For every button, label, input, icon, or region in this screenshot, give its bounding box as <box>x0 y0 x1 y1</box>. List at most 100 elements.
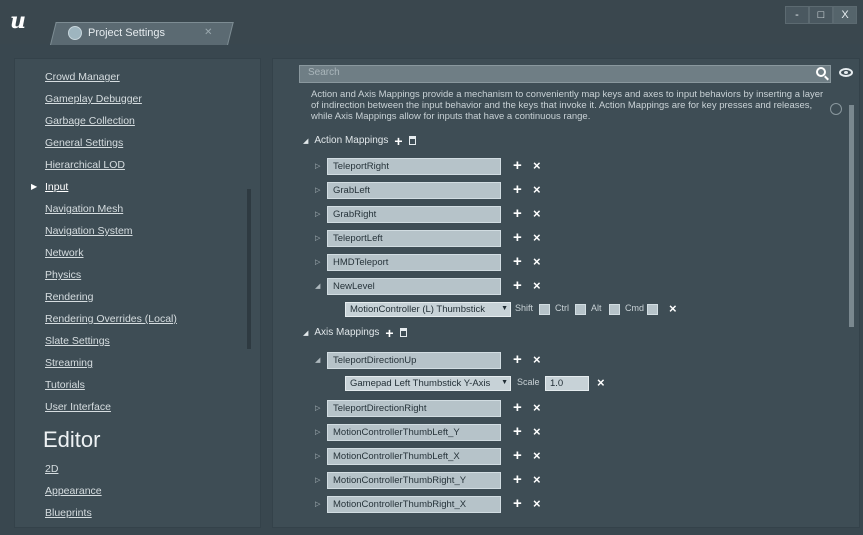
axis-name-field[interactable]: TeleportDirectionRight <box>327 400 501 417</box>
remove-mapping-icon[interactable]: × <box>533 230 541 245</box>
add-key-icon[interactable]: + <box>513 230 522 245</box>
clear-action-mappings-icon[interactable] <box>408 136 416 145</box>
add-key-icon[interactable]: + <box>513 182 522 197</box>
sidebar-item-physics[interactable]: Physics <box>45 269 81 281</box>
add-key-icon[interactable]: + <box>513 400 522 415</box>
sidebar-item-rendering-overrides[interactable]: Rendering Overrides (Local) <box>45 313 177 325</box>
remove-mapping-icon[interactable]: × <box>533 182 541 197</box>
sidebar-item-blueprints[interactable]: Blueprints <box>45 507 92 519</box>
key-selector[interactable]: MotionController (L) Thumbstick ▼ <box>345 302 511 317</box>
remove-mapping-icon[interactable]: × <box>533 254 541 269</box>
axis-name-field[interactable]: TeleportDirectionUp <box>327 352 501 369</box>
sidebar-item-navigation-system[interactable]: Navigation System <box>45 225 133 237</box>
maximize-button[interactable]: □ <box>809 6 833 24</box>
add-key-icon[interactable]: + <box>513 448 522 463</box>
expand-arrow-icon[interactable]: ▷ <box>315 428 320 436</box>
collapse-arrow-icon[interactable]: ◢ <box>315 356 320 364</box>
sidebar-item-tutorials[interactable]: Tutorials <box>45 379 85 391</box>
collapse-triangle-icon[interactable]: ◢ <box>303 137 308 145</box>
sidebar-item-rendering[interactable]: Rendering <box>45 291 93 303</box>
remove-mapping-icon[interactable]: × <box>533 472 541 487</box>
remove-mapping-icon[interactable]: × <box>533 424 541 439</box>
tab-project-settings[interactable]: Project Settings ✕ <box>50 22 234 45</box>
key-selector-value: Gamepad Left Thumbstick Y-Axis <box>350 378 491 389</box>
axis-name-field[interactable]: MotionControllerThumbLeft_X <box>327 448 501 465</box>
axis-name-field[interactable]: MotionControllerThumbRight_X <box>327 496 501 513</box>
axis-name-field[interactable]: MotionControllerThumbLeft_Y <box>327 424 501 441</box>
ctrl-checkbox[interactable] <box>575 304 586 315</box>
minimize-button[interactable]: - <box>785 6 809 24</box>
collapse-arrow-icon[interactable]: ◢ <box>315 282 320 290</box>
remove-mapping-icon[interactable]: × <box>533 496 541 511</box>
collapse-triangle-icon[interactable]: ◢ <box>303 329 308 337</box>
add-action-mapping-icon[interactable]: + <box>394 134 402 148</box>
expand-arrow-icon[interactable]: ▷ <box>315 234 320 242</box>
expand-arrow-icon[interactable]: ▷ <box>315 186 320 194</box>
remove-mapping-icon[interactable]: × <box>533 400 541 415</box>
expand-arrow-icon[interactable]: ▷ <box>315 210 320 218</box>
expand-arrow-icon[interactable]: ▷ <box>315 404 320 412</box>
add-key-icon[interactable]: + <box>513 424 522 439</box>
search-input[interactable]: Search <box>299 65 831 83</box>
axis-name-field[interactable]: MotionControllerThumbRight_Y <box>327 472 501 489</box>
add-key-icon[interactable]: + <box>513 496 522 511</box>
editor-section-heading: Editor <box>43 427 101 452</box>
remove-mapping-icon[interactable]: × <box>533 448 541 463</box>
shift-checkbox[interactable] <box>539 304 550 315</box>
action-name-field[interactable]: GrabRight <box>327 206 501 223</box>
expand-arrow-icon[interactable]: ▷ <box>315 162 320 170</box>
sidebar-item-slate-settings[interactable]: Slate Settings <box>45 335 110 347</box>
expand-arrow-icon[interactable]: ▷ <box>315 258 320 266</box>
action-name-field[interactable]: HMDTeleport <box>327 254 501 271</box>
sidebar-item-appearance[interactable]: Appearance <box>45 485 102 497</box>
remove-key-icon[interactable]: × <box>669 301 677 316</box>
settings-tab-icon <box>67 26 82 40</box>
add-key-icon[interactable]: + <box>513 206 522 221</box>
search-icon[interactable] <box>816 67 826 77</box>
close-button[interactable]: X <box>833 6 857 24</box>
action-name-field[interactable]: NewLevel <box>327 278 501 295</box>
dropdown-arrow-icon: ▼ <box>501 379 508 386</box>
alt-checkbox[interactable] <box>609 304 620 315</box>
sidebar-item-streaming[interactable]: Streaming <box>45 357 93 369</box>
tab-close-icon[interactable]: ✕ <box>204 27 212 38</box>
expand-arrow-icon[interactable]: ▷ <box>315 476 320 484</box>
sidebar-item-general-settings[interactable]: General Settings <box>45 137 123 149</box>
sidebar-item-2d[interactable]: 2D <box>45 463 58 475</box>
add-key-icon[interactable]: + <box>513 254 522 269</box>
sidebar-item-navigation-mesh[interactable]: Navigation Mesh <box>45 203 123 215</box>
action-name-field[interactable]: GrabLeft <box>327 182 501 199</box>
add-axis-mapping-icon[interactable]: + <box>385 326 393 340</box>
sidebar-item-network[interactable]: Network <box>45 247 84 259</box>
remove-mapping-icon[interactable]: × <box>533 278 541 293</box>
view-options-eye-icon[interactable] <box>839 68 853 77</box>
remove-mapping-icon[interactable]: × <box>533 352 541 367</box>
add-key-icon[interactable]: + <box>513 158 522 173</box>
add-key-icon[interactable]: + <box>513 472 522 487</box>
remove-mapping-icon[interactable]: × <box>533 206 541 221</box>
expand-arrow-icon[interactable]: ▷ <box>315 452 320 460</box>
cmd-checkbox[interactable] <box>647 304 658 315</box>
clear-axis-mappings-icon[interactable] <box>399 328 407 337</box>
axis-key-row: Gamepad Left Thumbstick Y-Axis ▼ Scale 1… <box>345 375 645 394</box>
add-key-icon[interactable]: + <box>513 352 522 367</box>
remove-key-icon[interactable]: × <box>597 375 605 390</box>
key-selector[interactable]: Gamepad Left Thumbstick Y-Axis ▼ <box>345 376 511 391</box>
sidebar-item-input[interactable]: Input <box>45 181 68 193</box>
sidebar-item-crowd-manager[interactable]: Crowd Manager <box>45 71 120 83</box>
sidebar-item-hierarchical-lod[interactable]: Hierarchical LOD <box>45 159 125 171</box>
action-name-field[interactable]: TeleportLeft <box>327 230 501 247</box>
add-key-icon[interactable]: + <box>513 278 522 293</box>
scale-input[interactable]: 1.0 <box>545 376 589 391</box>
sidebar-item-gameplay-debugger[interactable]: Gameplay Debugger <box>45 93 142 105</box>
expand-arrow-icon[interactable]: ▷ <box>315 500 320 508</box>
remove-mapping-icon[interactable]: × <box>533 158 541 173</box>
action-name-field[interactable]: TeleportRight <box>327 158 501 175</box>
details-scrollbar[interactable] <box>849 105 854 327</box>
settings-details-panel: Search Action and Axis Mappings provide … <box>272 58 860 528</box>
tab-title: Project Settings <box>87 27 166 39</box>
sidebar-scrollbar[interactable] <box>247 189 251 349</box>
reset-icon[interactable] <box>830 103 842 115</box>
sidebar-item-user-interface[interactable]: User Interface <box>45 401 111 413</box>
sidebar-item-garbage-collection[interactable]: Garbage Collection <box>45 115 135 127</box>
